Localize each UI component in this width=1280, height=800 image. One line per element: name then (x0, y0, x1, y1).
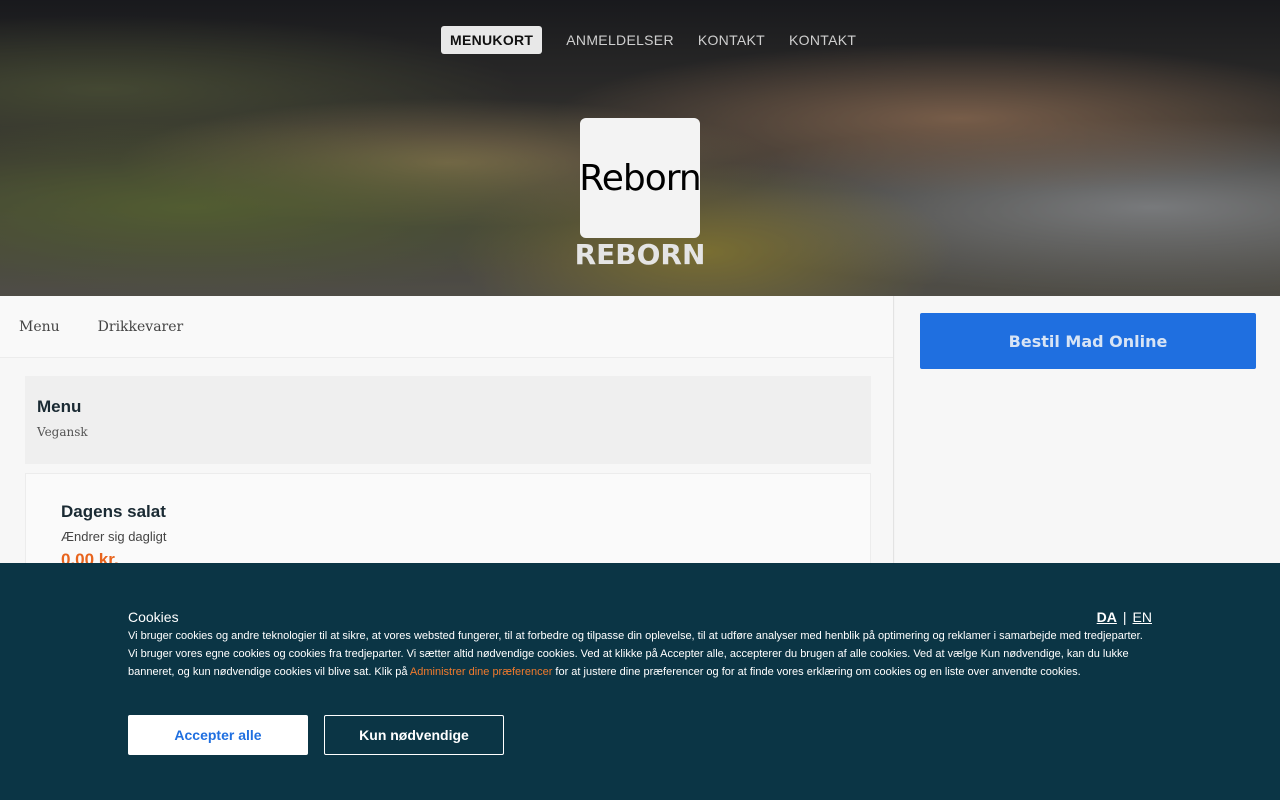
section-subtitle: Vegansk (37, 425, 88, 439)
restaurant-logo: Reborn (580, 118, 700, 238)
logo-text: Reborn (580, 157, 700, 199)
lang-separator: | (1122, 609, 1127, 625)
cookie-banner: Cookies DA | EN Vi bruger cookies og and… (0, 563, 1280, 800)
cookie-description: Vi bruger cookies og andre teknologier t… (128, 627, 1152, 681)
manage-preferences-link[interactable]: Administrer dine præferencer (410, 666, 552, 678)
top-navigation: MENUKORT ANMELDELSER KONTAKT KONTAKT (441, 26, 856, 54)
lang-da-link[interactable]: DA (1097, 609, 1117, 625)
language-switcher: DA | EN (1097, 609, 1152, 625)
nav-item-menukort[interactable]: MENUKORT (441, 26, 543, 54)
menu-section-header: Menu Vegansk (25, 376, 871, 464)
tab-drikkevarer[interactable]: Drikkevarer (98, 319, 184, 335)
hero-banner: MENUKORT ANMELDELSER KONTAKT KONTAKT Reb… (0, 0, 1280, 296)
cookie-text-part-2: for at justere dine præferencer og for a… (552, 666, 1081, 678)
menu-item-title: Dagens salat (61, 502, 166, 521)
lang-en-link[interactable]: EN (1133, 609, 1152, 625)
restaurant-name: REBORN (574, 238, 706, 271)
category-tabs: Menu Drikkevarer (0, 296, 893, 358)
nav-item-anmeldelser[interactable]: ANMELDELSER (566, 26, 674, 54)
section-title: Menu (37, 397, 82, 416)
tab-menu[interactable]: Menu (19, 319, 60, 335)
cookie-title: Cookies (128, 609, 179, 625)
only-necessary-button[interactable]: Kun nødvendige (324, 715, 504, 755)
nav-item-kontakt[interactable]: KONTAKT (698, 26, 765, 54)
accept-all-button[interactable]: Accepter alle (128, 715, 308, 755)
nav-item-kontakt-2[interactable]: KONTAKT (789, 26, 856, 54)
order-online-button[interactable]: Bestil Mad Online (920, 313, 1256, 369)
menu-item-description: Ændrer sig dagligt (61, 529, 167, 544)
